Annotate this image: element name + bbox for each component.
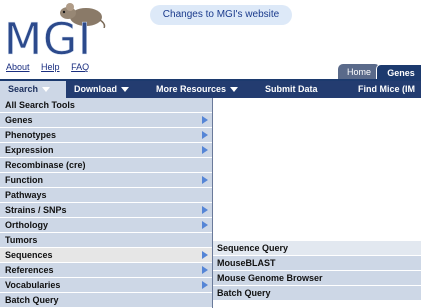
nav-search[interactable]: Search (0, 81, 66, 98)
nav-submit-data-label: Submit Data (265, 84, 318, 94)
chevron-down-icon (230, 87, 239, 93)
menu-item-vocabularies[interactable]: Vocabularies (0, 278, 212, 293)
nav-submit-data[interactable]: Submit Data (265, 81, 318, 98)
submenu-arrow-icon (202, 206, 208, 214)
submenu-arrow-icon (202, 131, 208, 139)
nav-find-mice[interactable]: Find Mice (IM (358, 81, 415, 98)
menu-item-orthology[interactable]: Orthology (0, 218, 212, 233)
menu-item-all-search-tools[interactable]: All Search Tools (0, 98, 212, 113)
main-navbar: Search Download More Resources Submit Da… (0, 81, 421, 98)
submenu-item-sequence-query[interactable]: Sequence Query (213, 241, 421, 256)
menu-item-label: Batch Query (5, 295, 59, 305)
about-link[interactable]: About (6, 62, 30, 72)
menu-item-pathways[interactable]: Pathways (0, 188, 212, 203)
menu-item-label: Vocabularies (5, 280, 61, 290)
nav-download[interactable]: Download (74, 81, 129, 98)
menu-item-label: References (5, 265, 54, 275)
tab-home[interactable]: Home (338, 64, 380, 80)
chevron-down-icon (121, 87, 129, 93)
nav-find-mice-label: Find Mice (IM (358, 84, 415, 94)
menu-item-label: Pathways (5, 190, 47, 200)
submenu-arrow-icon (202, 221, 208, 229)
nav-more-resources[interactable]: More Resources (156, 81, 239, 98)
chevron-down-icon (42, 87, 51, 93)
menu-item-references[interactable]: References (0, 263, 212, 278)
menu-item-label: Sequences (5, 250, 53, 260)
menu-item-strains-snps[interactable]: Strains / SNPs (0, 203, 212, 218)
menu-item-label: Recombinase (cre) (5, 160, 86, 170)
menu-item-label: Genes (5, 115, 33, 125)
submenu-arrow-icon (202, 281, 208, 289)
nav-search-label: Search (8, 84, 39, 94)
submenu-arrow-icon (202, 116, 208, 124)
submenu-arrow-icon (202, 146, 208, 154)
submenu-item-mouse-genome-browser[interactable]: Mouse Genome Browser (213, 271, 421, 286)
menu-item-genes[interactable]: Genes (0, 113, 212, 128)
faq-link[interactable]: FAQ (71, 62, 89, 72)
changes-announcement-link[interactable]: Changes to MGI's website (150, 5, 292, 25)
menu-item-label: Tumors (5, 235, 38, 245)
menu-item-expression[interactable]: Expression (0, 143, 212, 158)
submenu-arrow-icon (202, 251, 208, 259)
menu-item-sequences[interactable]: Sequences (0, 248, 212, 263)
search-dropdown-menu: All Search Tools Genes Phenotypes Expres… (0, 98, 213, 308)
menu-item-phenotypes[interactable]: Phenotypes (0, 128, 212, 143)
menu-item-label: Phenotypes (5, 130, 57, 140)
submenu-item-mouseblast[interactable]: MouseBLAST (213, 256, 421, 271)
menu-item-label: Orthology (5, 220, 48, 230)
menu-item-label: Expression (5, 145, 54, 155)
menu-item-function[interactable]: Function (0, 173, 212, 188)
help-link[interactable]: Help (41, 62, 60, 72)
menu-item-tumors[interactable]: Tumors (0, 233, 212, 248)
sequences-submenu: Sequence Query MouseBLAST Mouse Genome B… (213, 241, 421, 301)
menu-item-label: Function (5, 175, 43, 185)
utility-links: About Help FAQ (6, 62, 98, 72)
nav-more-resources-label: More Resources (156, 84, 227, 94)
menu-item-recombinase[interactable]: Recombinase (cre) (0, 158, 212, 173)
menu-item-label: Strains / SNPs (5, 205, 67, 215)
submenu-arrow-icon (202, 266, 208, 274)
menu-item-batch-query[interactable]: Batch Query (0, 293, 212, 308)
nav-download-label: Download (74, 84, 117, 94)
menu-item-label: All Search Tools (5, 100, 75, 110)
mgi-logo-text: MGI (4, 14, 93, 65)
submenu-arrow-icon (202, 176, 208, 184)
